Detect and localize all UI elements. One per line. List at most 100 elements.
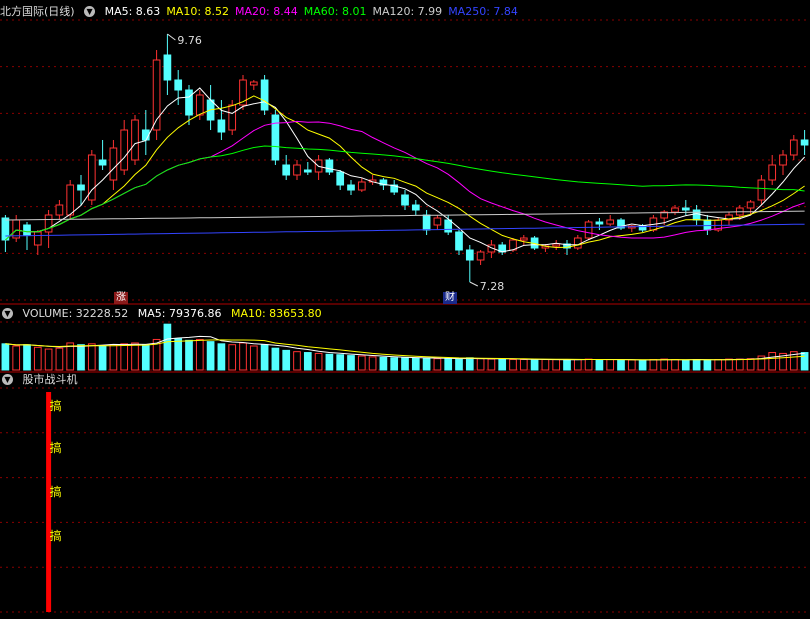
volume-bar (638, 359, 647, 371)
candle-body (109, 147, 118, 181)
ma-legend-item: MA5: 8.63 (104, 5, 161, 18)
candle-body (573, 237, 582, 249)
volume-bar (800, 352, 809, 371)
ma250-line (5, 223, 805, 237)
signal-label: 搞 (50, 528, 62, 543)
volume-bar (12, 345, 21, 371)
volume-bar (617, 359, 625, 371)
volume-bar (260, 344, 269, 371)
volume-bar (487, 358, 496, 371)
volume-bar (325, 353, 334, 371)
candle-body (336, 171, 345, 186)
indicator-header: ▼ 股市战斗机 (0, 372, 84, 388)
volume-bar (77, 344, 85, 371)
finance-badge[interactable]: 财 (443, 292, 457, 304)
volume-bar (271, 347, 280, 371)
candle-body (217, 119, 226, 133)
volume-bar (379, 356, 388, 371)
volume-ma5: MA5: 79376.86 (137, 307, 222, 320)
stock-title[interactable]: 北方国际(日线) (0, 5, 75, 18)
candle-body (303, 169, 312, 173)
candle-body (681, 207, 690, 211)
volume-bar (519, 359, 528, 371)
volume-bar (498, 358, 507, 371)
ma-legend-item: MA250: 7.84 (448, 5, 518, 18)
high-marker (167, 33, 176, 41)
volume-bar (444, 358, 453, 371)
volume-bar (563, 359, 571, 371)
volume-bar (455, 358, 463, 371)
candle-body (325, 159, 334, 173)
volume-bar (239, 342, 247, 371)
ma-legend-item: MA10: 8.52 (166, 5, 230, 18)
rise-badge[interactable]: 涨 (114, 292, 128, 304)
volume-bar (303, 352, 312, 371)
volume-bar (293, 351, 301, 371)
volume-bar (573, 359, 582, 371)
candle-body (120, 129, 129, 171)
candle-body (606, 219, 615, 225)
candle-body (249, 81, 258, 86)
candle-body (163, 54, 172, 81)
candle-body (779, 154, 787, 166)
volume-bar (347, 355, 355, 371)
volume-bar (228, 344, 237, 371)
volume-panel[interactable] (1, 323, 809, 371)
ma-legend-item: MA20: 8.44 (235, 5, 298, 18)
volume-bar (584, 358, 593, 371)
signal-label: 搞 (50, 484, 62, 499)
volume-bar (681, 359, 690, 371)
candle-body (282, 164, 291, 176)
volume-bar (692, 359, 701, 371)
high-price-label: 9.76 (177, 34, 202, 47)
volume-bar (541, 359, 550, 371)
signal-label: 搞 (50, 398, 62, 413)
volume-bar (249, 345, 258, 371)
candle-body (692, 209, 701, 221)
indicator-title[interactable]: 股市战斗机 (23, 373, 78, 386)
chevron-down-icon[interactable]: ▼ (2, 373, 13, 385)
candle-body (476, 251, 485, 261)
candle-body (552, 243, 561, 247)
volume-bar (336, 354, 345, 371)
volume-bar (23, 344, 31, 371)
low-marker (469, 281, 479, 287)
low-price-label: 7.28 (480, 280, 505, 293)
candle-body (260, 79, 269, 111)
ma-legend-item: MA120: 7.99 (372, 5, 443, 18)
volume-bar (195, 338, 204, 371)
candle-body (33, 231, 42, 246)
candle-body (357, 181, 366, 191)
volume-bar (649, 359, 658, 371)
chevron-down-icon[interactable]: ▼ (2, 307, 13, 319)
volume-bar (282, 349, 291, 371)
volume-bar (509, 359, 517, 371)
candle-body (595, 221, 604, 225)
volume-bar (98, 345, 107, 371)
candle-body (519, 237, 528, 241)
volume-bar (206, 341, 215, 371)
candle-body (293, 164, 301, 176)
volume-bar (422, 357, 431, 371)
volume-bar (390, 357, 399, 371)
candle-body (703, 219, 712, 231)
indicator-panel[interactable]: 搞搞搞搞 (46, 392, 62, 612)
candle-body (671, 207, 679, 213)
candle-body (411, 204, 420, 211)
volume-bar (401, 357, 409, 371)
chevron-down-icon[interactable]: ▼ (84, 5, 96, 17)
volume-bar (465, 357, 474, 371)
volume-bar (1, 343, 10, 371)
volume-bar (703, 359, 712, 371)
signal-bar (46, 392, 52, 612)
candle-body (347, 184, 355, 191)
volume-bar (357, 355, 366, 371)
volume-bar (660, 358, 669, 371)
price-panel[interactable]: 9.76 7.28 (1, 33, 809, 293)
candle-body (455, 231, 463, 251)
volume-bar (714, 359, 723, 371)
volume-bar (530, 359, 539, 371)
candle-body (433, 217, 442, 226)
volume-bar (55, 347, 64, 371)
candle-body (789, 139, 798, 156)
